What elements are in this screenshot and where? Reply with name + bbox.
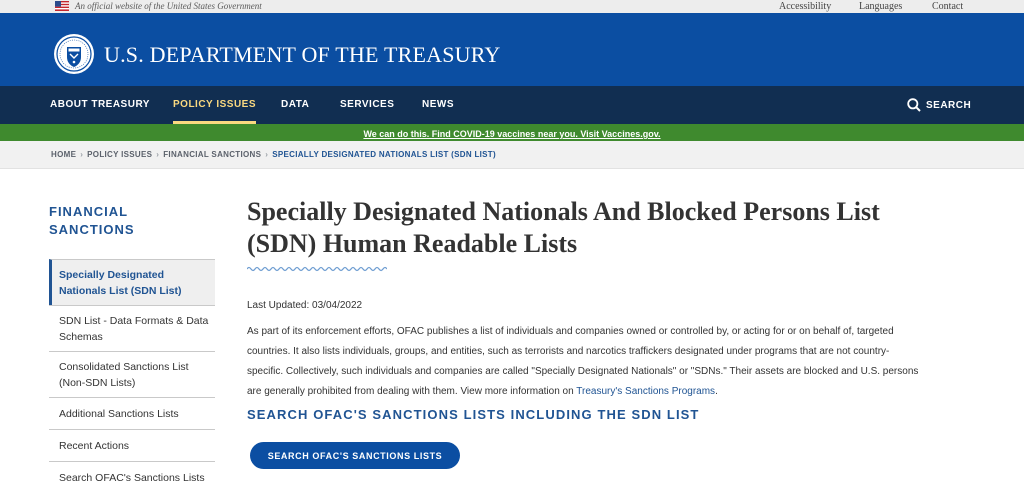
us-flag-icon <box>55 1 69 11</box>
sidebar-item-label: Specially Designated <box>59 269 165 281</box>
site-title[interactable]: U.S. DEPARTMENT OF THE TREASURY <box>104 42 500 68</box>
sidebar-item-label: Search OFAC's Sanctions Lists <box>59 472 205 482</box>
breadcrumb-separator: › <box>156 150 160 159</box>
treasury-seal-logo[interactable] <box>53 33 95 75</box>
accessibility-link[interactable]: Accessibility <box>779 0 831 13</box>
nav-news[interactable]: NEWS <box>422 86 454 124</box>
sidebar-item-label: Recent Actions <box>59 440 130 452</box>
decorative-wave-divider <box>247 266 387 272</box>
main-navigation: ABOUT TREASURY POLICY ISSUES DATA SERVIC… <box>0 86 1024 124</box>
contact-link[interactable]: Contact <box>932 0 963 13</box>
nav-services[interactable]: SERVICES <box>340 86 394 124</box>
intro-line: As part of its enforcement efforts, OFAC… <box>247 326 894 337</box>
breadcrumb-policy-issues[interactable]: POLICY ISSUES <box>87 150 152 159</box>
nav-about-treasury[interactable]: ABOUT TREASURY <box>50 86 150 124</box>
covid-alert-banner: We can do this. Find COVID-19 vaccines n… <box>0 124 1024 141</box>
languages-link[interactable]: Languages <box>859 0 902 13</box>
intro-line: are generally prohibited from dealing wi… <box>247 382 957 402</box>
sidebar-heading: FINANCIAL SANCTIONS <box>49 203 209 239</box>
breadcrumb-separator: › <box>265 150 269 159</box>
search-icon <box>907 98 921 112</box>
intro-line: countries. It also lists individuals, gr… <box>247 346 890 357</box>
page-title-line1: Specially Designated Nationals And Block… <box>247 197 880 226</box>
page-title-line2: (SDN) Human Readable Lists <box>247 229 578 258</box>
sidebar-item-label: SDN List - Data Formats & Data <box>59 315 209 327</box>
breadcrumb-separator: › <box>80 150 84 159</box>
sidebar-item-consolidated-list[interactable]: Consolidated Sanctions List (Non-SDN Lis… <box>49 351 215 397</box>
breadcrumb-financial-sanctions[interactable]: FINANCIAL SANCTIONS <box>163 150 261 159</box>
sidebar-item-label: Additional Sanctions Lists <box>59 408 179 420</box>
sanctions-programs-link[interactable]: Treasury's Sanctions Programs <box>576 386 715 397</box>
search-label: SEARCH <box>926 99 972 111</box>
official-gov-banner: An official website of the United States… <box>0 0 1024 13</box>
intro-line-end: . <box>715 386 718 397</box>
breadcrumb: HOME › POLICY ISSUES › FINANCIAL SANCTIONS › S… <box>0 141 1024 169</box>
search-sanctions-lists-button[interactable]: SEARCH OFAC'S SANCTIONS LISTS <box>250 442 460 469</box>
vaccines-link[interactable]: We can do this. Find COVID-19 vaccines n… <box>363 129 660 139</box>
search-button[interactable]: SEARCH <box>907 86 971 124</box>
official-website-text: An official website of the United States… <box>75 1 262 11</box>
intro-line-text: are generally prohibited from dealing wi… <box>247 386 577 397</box>
sidebar-item-additional-lists[interactable]: Additional Sanctions Lists <box>49 397 215 429</box>
sidebar-item-data-formats[interactable]: SDN List - Data Formats & Data Schemas <box>49 305 215 351</box>
last-updated: Last Updated: 03/04/2022 <box>247 300 363 311</box>
sidebar-item-label: (Non-SDN Lists) <box>59 377 136 389</box>
breadcrumb-current: SPECIALLY DESIGNATED NATIONALS LIST (SDN… <box>272 150 496 159</box>
nav-data[interactable]: DATA <box>281 86 309 124</box>
intro-line: specific. Collectively, such individuals… <box>247 366 919 377</box>
sidebar-item-label: Consolidated Sanctions List <box>59 361 189 373</box>
sidebar-heading-line2: SANCTIONS <box>49 222 135 237</box>
section-heading: SEARCH OFAC'S SANCTIONS LISTS INCLUDING … <box>247 407 700 422</box>
site-header: U.S. DEPARTMENT OF THE TREASURY <box>0 13 1024 86</box>
page-title: Specially Designated Nationals And Block… <box>247 196 947 260</box>
nav-policy-issues[interactable]: POLICY ISSUES <box>173 86 257 124</box>
sidebar-item-label: Schemas <box>59 331 103 343</box>
sidebar-item-search-lists[interactable]: Search OFAC's Sanctions Lists <box>49 461 215 482</box>
sidebar-item-label: Nationals List (SDN List) <box>59 285 182 297</box>
intro-paragraph: As part of its enforcement efforts, OFAC… <box>247 322 957 402</box>
sidebar-item-recent-actions[interactable]: Recent Actions <box>49 429 215 461</box>
sidebar-item-sdn-list[interactable]: Specially Designated Nationals List (SDN… <box>49 259 215 305</box>
sidebar-heading-line1: FINANCIAL <box>49 204 129 219</box>
breadcrumb-home[interactable]: HOME <box>51 150 76 159</box>
